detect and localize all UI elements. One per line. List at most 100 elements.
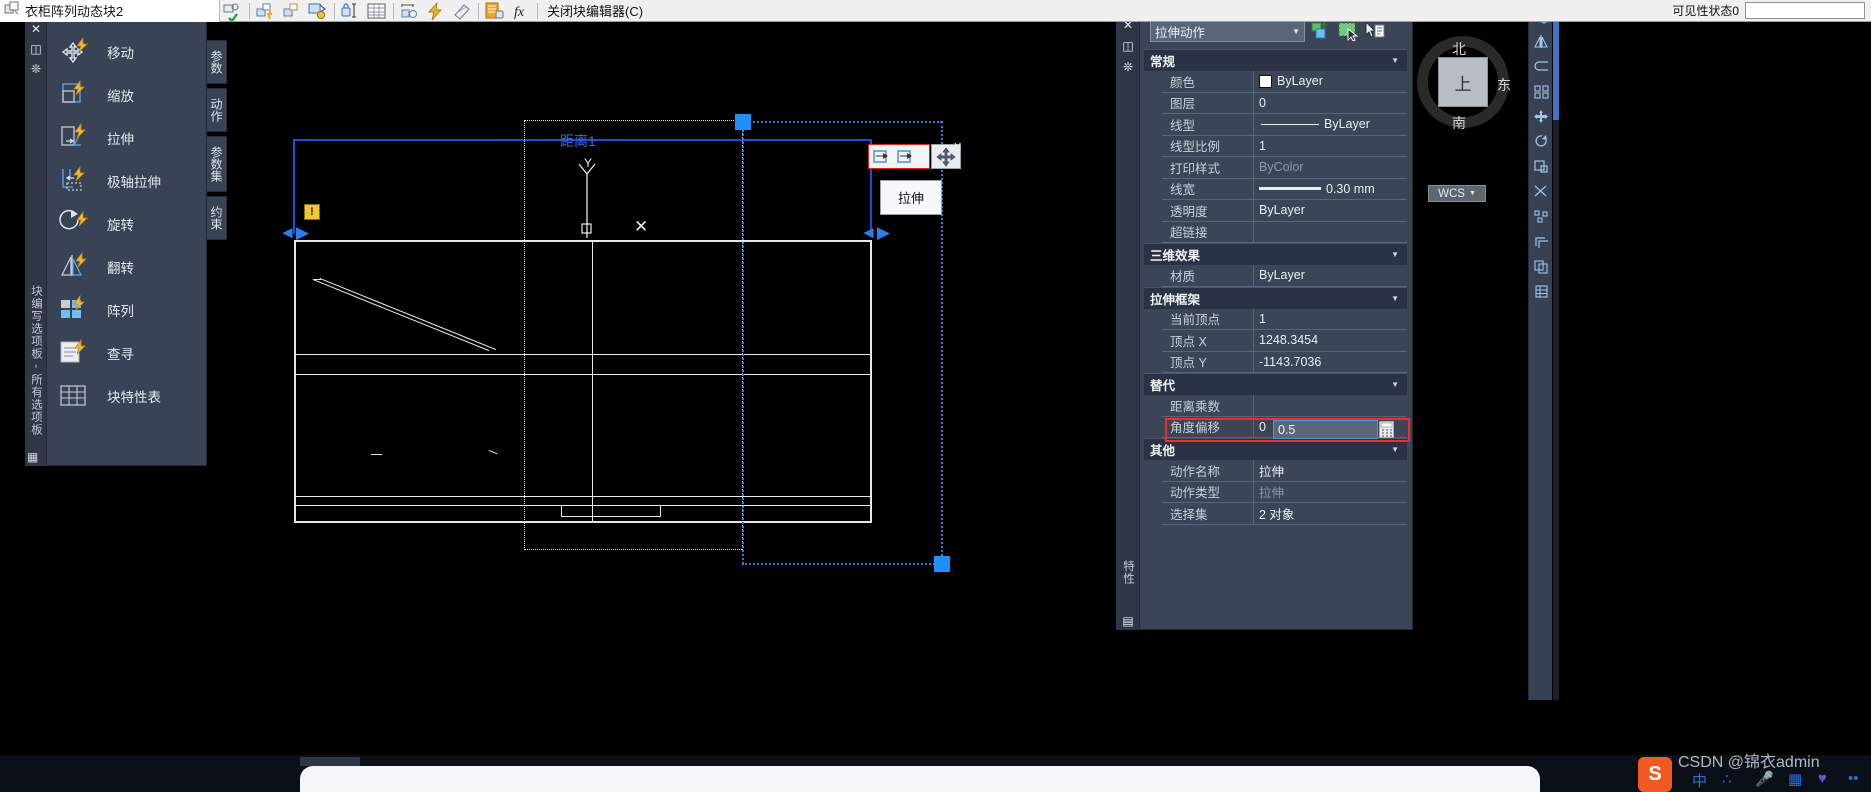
palette-action-list[interactable]: 移动 缩放 拉伸 极轴拉伸 旋转 翻转 阵列 查寻 块特性表 <box>47 14 207 466</box>
property-row-layer[interactable]: 图层 0 <box>1162 92 1407 114</box>
move-icon[interactable] <box>1529 104 1553 129</box>
parameter-set-icon[interactable] <box>281 1 303 21</box>
palette-item-flip[interactable]: 翻转 <box>47 245 207 288</box>
viewcube-east-label[interactable]: 东 <box>1497 75 1511 95</box>
palette-tab-parameters[interactable]: 参数 <box>207 40 227 84</box>
viewcube[interactable]: 上 北 东 南 <box>1411 30 1515 134</box>
properties-content[interactable]: 拉伸动作 ▼ 常规 ▼ 颜色 ByLayer 图层 0 线型 ByLayer 线… <box>1140 12 1413 630</box>
chevron-down-icon[interactable]: ▼ <box>1391 380 1399 389</box>
viewcube-north-label[interactable]: 北 <box>1452 39 1466 59</box>
drawing-canvas[interactable] <box>0 0 1871 792</box>
palette-item-polar-stretch[interactable]: 极轴拉伸 <box>47 159 207 202</box>
ucs-selector[interactable]: WCS ▼ <box>1428 185 1486 202</box>
calculator-icon[interactable] <box>1378 420 1395 439</box>
section-header-stretch-frame[interactable]: 拉伸框架 ▼ <box>1144 286 1407 309</box>
palette-item-array[interactable]: 阵列 <box>47 288 207 331</box>
array-icon[interactable] <box>1529 79 1553 104</box>
rotate-icon[interactable] <box>1529 129 1553 154</box>
properties-grid-icon[interactable]: ▤ <box>1116 614 1140 628</box>
property-row-material[interactable]: 材质 ByLayer <box>1162 265 1407 287</box>
warning-icon[interactable]: ! <box>304 204 320 220</box>
auto-hide-icon[interactable]: ◫ <box>1116 39 1140 53</box>
palette-grid-toggle-icon[interactable]: ▦ <box>27 450 45 466</box>
mic-icon[interactable]: 🎤 <box>1755 770 1774 788</box>
palette-item-stretch[interactable]: 拉伸 <box>47 116 207 159</box>
more-icon[interactable]: •• <box>1848 770 1859 787</box>
attribute-define-icon[interactable] <box>307 1 329 21</box>
heart-icon[interactable]: ♥ <box>1818 770 1827 787</box>
ime-cn-icon[interactable]: 中 <box>1692 770 1707 791</box>
palette-tab-actions[interactable]: 动作 <box>207 88 227 132</box>
section-header-3d-effects[interactable]: 三维效果 ▼ <box>1144 243 1407 265</box>
vertical-scrollbar[interactable] <box>1553 0 1559 700</box>
palette-item-rotate[interactable]: 旋转 <box>47 202 207 245</box>
property-row-vertex-x[interactable]: 顶点 X 1248.3454 <box>1162 330 1407 352</box>
section-header-overrides[interactable]: 替代 ▼ <box>1144 373 1407 395</box>
palette-tab-constraints[interactable]: 约束 <box>207 196 227 240</box>
constraint-icon[interactable] <box>340 1 362 21</box>
chevron-down-icon[interactable]: ▼ <box>1292 27 1300 36</box>
distance-multiplier-input[interactable]: 0.5 <box>1273 420 1378 439</box>
palette-item-scale[interactable]: 缩放 <box>47 73 207 116</box>
chevron-down-icon[interactable]: ▼ <box>1469 190 1476 197</box>
select-objects-icon[interactable] <box>1337 21 1359 42</box>
parameter-manager-icon[interactable] <box>399 1 421 21</box>
properties-icon[interactable] <box>1529 279 1553 304</box>
property-row-lineweight[interactable]: 线宽 0.30 mm <box>1162 178 1407 200</box>
section-header-misc[interactable]: 其他 ▼ <box>1144 438 1407 460</box>
property-row-linetype[interactable]: 线型 ByLayer <box>1162 114 1407 136</box>
palette-tab-strip[interactable]: 参数 动作 参数集 约束 <box>207 40 227 244</box>
quick-select-icon[interactable] <box>1310 21 1332 41</box>
pick-point-icon[interactable] <box>1364 20 1386 41</box>
right-nav-toolbar[interactable] <box>1528 0 1552 700</box>
visibility-icon[interactable] <box>451 1 473 21</box>
block-properties-icon[interactable] <box>484 1 506 21</box>
function-icon[interactable]: fx <box>510 1 532 21</box>
voice-icon[interactable]: ∴ <box>1722 770 1732 788</box>
palette-item-lookup[interactable]: 查寻 <box>47 331 207 374</box>
action-bolt-icon[interactable] <box>425 1 447 21</box>
trim-icon[interactable] <box>1529 179 1553 204</box>
palette-tab-parameter-sets[interactable]: 参数集 <box>207 136 227 192</box>
offset-icon[interactable] <box>1529 229 1553 254</box>
parameter-icon[interactable] <box>255 1 277 21</box>
block-editor-toolbar[interactable]: 衣柜阵列动态块2 fx 关闭块编辑器(C) 可见性状态0 <box>0 0 1871 23</box>
copy-icon[interactable] <box>1529 254 1553 279</box>
explode-icon[interactable] <box>1529 204 1553 229</box>
sogou-icon[interactable]: S <box>1638 757 1672 792</box>
property-row-current-vertex[interactable]: 当前顶点 1 <box>1162 308 1407 330</box>
stretch-grip-icon[interactable] <box>871 147 893 167</box>
chevron-down-icon[interactable]: ▼ <box>1391 445 1399 454</box>
property-row-color[interactable]: 颜色 ByLayer <box>1162 71 1407 93</box>
property-row-hyperlink[interactable]: 超链接 <box>1162 221 1407 243</box>
property-row-vertex-y[interactable]: 顶点 Y -1143.7036 <box>1162 351 1407 373</box>
stretch-grip-alt-icon[interactable] <box>895 147 917 167</box>
visibility-state-combo[interactable] <box>1745 2 1865 19</box>
property-row-action-name[interactable]: 动作名称 拉伸 <box>1162 460 1407 482</box>
mirror-icon[interactable] <box>1529 29 1553 54</box>
ime-taskbar[interactable] <box>300 766 1540 792</box>
command-line-tab[interactable] <box>300 757 360 766</box>
grip-close-icon[interactable]: ✕ <box>953 140 962 153</box>
close-block-editor-button[interactable]: 关闭块编辑器(C) <box>547 1 643 20</box>
property-row-transparency[interactable]: 透明度 ByLayer <box>1162 200 1407 222</box>
scale-icon[interactable] <box>1529 154 1553 179</box>
property-row-distance-multiplier[interactable]: 距离乘数 <box>1162 395 1407 417</box>
test-block-icon[interactable] <box>222 1 244 23</box>
block-table-icon[interactable] <box>366 1 388 21</box>
grip-action-toolbar[interactable] <box>868 144 930 169</box>
viewcube-top-face[interactable]: 上 <box>1438 57 1488 107</box>
chevron-down-icon[interactable]: ▼ <box>1391 56 1399 65</box>
chevron-down-icon[interactable]: ▼ <box>1391 250 1399 259</box>
palette-item-block-properties-table[interactable]: 块特性表 <box>47 374 207 417</box>
properties-menu-icon[interactable]: ❊ <box>1116 60 1140 74</box>
properties-gutter[interactable]: ✕ ◫ ❊ ▤ <box>1116 12 1140 630</box>
palette-item-move[interactable]: 移动 <box>47 30 207 73</box>
chevron-down-icon[interactable]: ▼ <box>1391 294 1399 303</box>
move-grip-icon[interactable]: ✕ <box>931 141 962 169</box>
properties-header[interactable]: 拉伸动作 ▼ <box>1150 19 1407 43</box>
object-type-selector[interactable]: 拉伸动作 ▼ <box>1150 20 1305 42</box>
section-header-general[interactable]: 常规 ▼ <box>1144 49 1407 71</box>
property-row-selection-set[interactable]: 选择集 2 对象 <box>1162 503 1407 525</box>
keyboard-icon[interactable]: ▦ <box>1788 770 1802 788</box>
